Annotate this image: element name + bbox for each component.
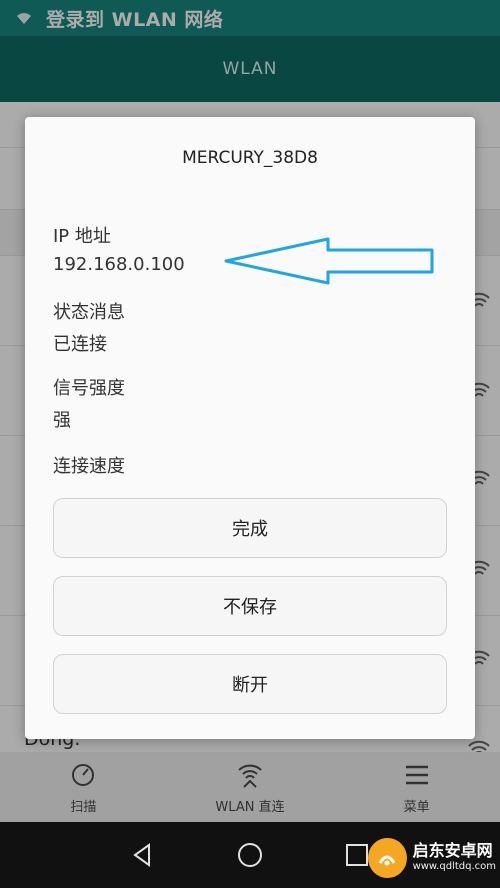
disconnect-button[interactable]: 断开 bbox=[53, 654, 447, 714]
network-info-dialog bbox=[25, 117, 475, 739]
signal-strength-label: 信号强度 bbox=[53, 378, 125, 399]
ip-address-value: 192.168.0.100 bbox=[53, 254, 185, 275]
status-label: 状态消息 bbox=[53, 302, 125, 323]
signal-strength-value: 强 bbox=[53, 410, 71, 431]
forget-button[interactable]: 不保存 bbox=[53, 576, 447, 636]
watermark-logo bbox=[368, 838, 407, 878]
ip-address-label: IP 地址 bbox=[53, 226, 111, 247]
link-speed-label: 连接速度 bbox=[53, 456, 125, 477]
watermark: 启东安卓网 www.qdltdq.com bbox=[368, 834, 496, 882]
watermark-name: 启东安卓网 bbox=[412, 841, 493, 860]
annotation-arrow bbox=[224, 237, 434, 285]
dialog-title: MERCURY_38D8 bbox=[182, 148, 318, 168]
watermark-url: www.qdltdq.com bbox=[412, 861, 496, 872]
home-icon[interactable] bbox=[236, 841, 264, 869]
recents-icon[interactable] bbox=[343, 841, 371, 869]
status-value: 已连接 bbox=[53, 334, 107, 355]
done-button[interactable]: 完成 bbox=[53, 498, 447, 558]
back-icon[interactable] bbox=[129, 841, 157, 869]
